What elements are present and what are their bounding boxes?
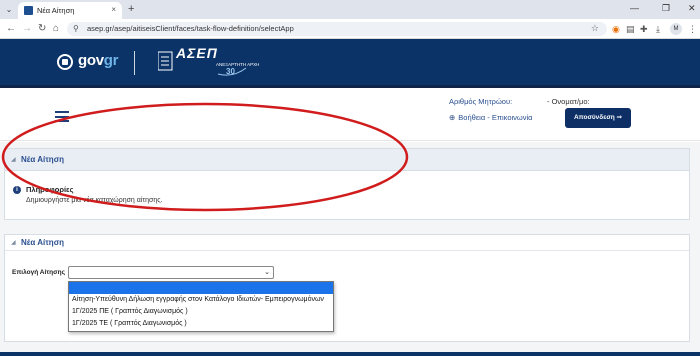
- site-info-icon[interactable]: ⚲: [73, 24, 79, 33]
- maximize-icon[interactable]: ❐: [662, 3, 670, 14]
- page-header: Αριθμός Μητρώου: - Ονοματ/μο: ⊕ Βοήθεια -…: [0, 91, 700, 141]
- application-dropdown-list: Αίτηση-Υπεύθυνη Δήλωση εγγραφής στον Κατ…: [68, 281, 334, 332]
- registry-number-label: Αριθμός Μητρώου:: [449, 97, 513, 106]
- download-icon[interactable]: ⤓: [656, 23, 660, 35]
- site-banner: govgr ΑΣΕΠ ΑΝΕΞΑΡΤΗΤΗ ΑΡΧΗ 30: [0, 39, 700, 88]
- user-name-label: - Ονοματ/μο:: [547, 97, 590, 106]
- address-bar[interactable]: ⚲ asep.gr/asep/aitiseisClient/faces/task…: [67, 22, 607, 36]
- url-text[interactable]: asep.gr/asep/aitiseisClient/faces/task-f…: [87, 24, 294, 33]
- info-panel: ◢ Νέα Αίτηση: [4, 148, 690, 220]
- asep-subtitle: ΑΝΕΞΑΡΤΗΤΗ ΑΡΧΗ: [216, 62, 260, 67]
- dropdown-option[interactable]: 1Γ/2025 ΠΕ ( Γραπτός Διαγωνισμός ): [69, 306, 333, 318]
- menu-icon[interactable]: ⋮: [688, 23, 697, 35]
- forward-icon[interactable]: →: [22, 23, 32, 35]
- footer-bar: [0, 352, 700, 356]
- translate-icon[interactable]: ▤: [626, 23, 635, 35]
- application-select-label: Επιλογή Αίτησης: [12, 269, 65, 276]
- tab-close-icon[interactable]: ×: [111, 5, 116, 14]
- browser-tab[interactable]: Νέα Αίτηση ×: [18, 2, 122, 19]
- application-select[interactable]: ⌄: [68, 266, 274, 279]
- hamburger-menu-icon[interactable]: [55, 111, 69, 122]
- gov-emblem-icon: [57, 54, 73, 70]
- search-tabs-icon[interactable]: ⌄: [3, 4, 15, 16]
- home-icon[interactable]: ⌂: [53, 23, 59, 35]
- collapse-icon[interactable]: ◢: [11, 156, 16, 163]
- browser-tab-strip: ⌄ Νέα Αίτηση × + — ❐ ✕: [0, 0, 700, 19]
- info-panel-title: Νέα Αίτηση: [21, 155, 65, 164]
- info-heading: Πληροφορίες: [26, 185, 74, 194]
- form-panel-title: Νέα Αίτηση: [21, 238, 65, 247]
- back-icon[interactable]: ←: [6, 23, 16, 35]
- logout-button[interactable]: Αποσύνδεση ⇒: [565, 108, 631, 128]
- form-panel-header[interactable]: ◢ Νέα Αίτηση: [5, 235, 689, 251]
- help-contact-link[interactable]: ⊕ Βοήθεια - Επικοινωνία: [449, 113, 533, 122]
- govgr-logo[interactable]: govgr: [78, 52, 118, 69]
- info-text: Δημιουργήστε μία νέα καταχώρηση αίτησης.: [26, 197, 163, 204]
- page-content: ◢ Νέα Αίτηση i Πληροφορίες Δημιουργήστε …: [0, 142, 700, 356]
- star-icon[interactable]: ☆: [591, 23, 599, 34]
- collapse-icon[interactable]: ◢: [11, 239, 16, 246]
- close-window-icon[interactable]: ✕: [688, 3, 696, 14]
- info-icon: i: [13, 186, 21, 194]
- info-panel-header[interactable]: ◢ Νέα Αίτηση: [5, 149, 689, 171]
- asep-title: ΑΣΕΠ: [176, 45, 218, 61]
- dropdown-option[interactable]: 1Γ/2025 ΤΕ ( Γραπτός Διαγωνισμός ): [69, 318, 333, 330]
- asep-anniversary: 30: [226, 67, 235, 76]
- tab-title: Νέα Αίτηση: [37, 6, 75, 15]
- logo-divider: [134, 51, 135, 75]
- extensions-icon[interactable]: ✚: [640, 23, 648, 35]
- browser-toolbar: ← → ↻ ⌂ ⚲ asep.gr/asep/aitiseisClient/fa…: [0, 19, 700, 39]
- minimize-icon[interactable]: —: [630, 3, 639, 13]
- dropdown-option[interactable]: [69, 282, 333, 294]
- rss-icon[interactable]: ◉: [612, 23, 620, 35]
- new-tab-button[interactable]: +: [128, 3, 134, 15]
- globe-icon: ⊕: [449, 113, 456, 122]
- chevron-down-icon: ⌄: [264, 269, 270, 276]
- reload-icon[interactable]: ↻: [38, 23, 46, 35]
- profile-avatar[interactable]: M: [670, 23, 682, 35]
- asep-favicon-icon: [24, 6, 33, 15]
- dropdown-option[interactable]: Αίτηση-Υπεύθυνη Δήλωση εγγραφής στον Κατ…: [69, 294, 333, 306]
